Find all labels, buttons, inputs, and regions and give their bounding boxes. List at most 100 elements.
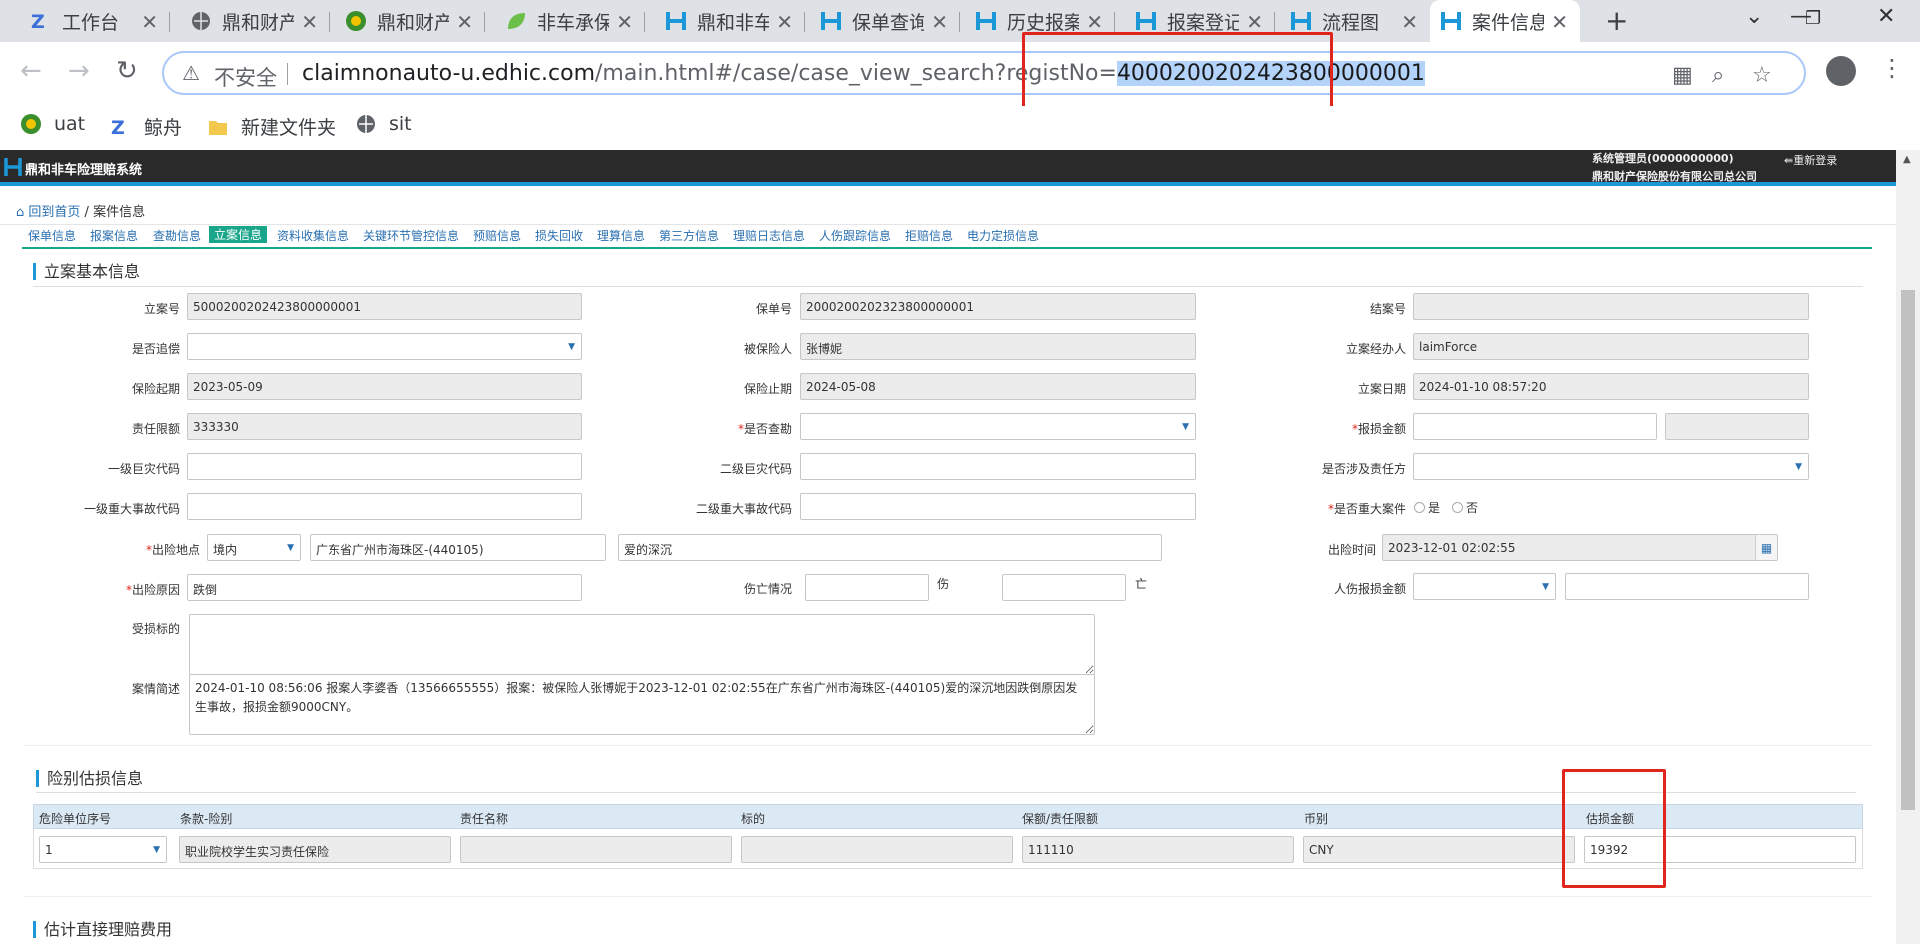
- subnav-item[interactable]: 资料收集信息: [277, 227, 349, 244]
- close-icon[interactable]: ✕: [1086, 10, 1103, 34]
- dropdown-arrow-icon: ▼: [1182, 422, 1189, 432]
- field-label: *出险原因: [125, 583, 180, 597]
- browser-tab[interactable]: 鼎和财产 ✕: [335, 0, 485, 42]
- subnav-item[interactable]: 理赔日志信息: [733, 227, 805, 244]
- survey-select[interactable]: ▼: [800, 413, 1196, 440]
- close-icon[interactable]: ✕: [931, 10, 948, 34]
- close-icon[interactable]: ✕: [141, 10, 158, 34]
- subnav-item-active[interactable]: 立案信息: [209, 226, 268, 243]
- divider: [22, 247, 1872, 249]
- subnav-item[interactable]: 损失回收: [535, 227, 583, 244]
- l1-major-input[interactable]: [187, 493, 582, 520]
- chevron-down-icon[interactable]: ⌄: [1745, 4, 1763, 29]
- section-title-risk-estimate: 险别估损信息: [36, 770, 143, 787]
- reload-icon[interactable]: ↻: [116, 56, 138, 86]
- loss-place-region-input[interactable]: 广东省广州市海珠区-(440105): [310, 534, 606, 561]
- unit-no-select[interactable]: 1 ▼: [39, 836, 167, 863]
- profile-avatar-icon[interactable]: [1826, 56, 1856, 86]
- bookmark-item[interactable]: 新建文件夹: [207, 113, 336, 140]
- breadcrumb-home[interactable]: 回到首页: [28, 205, 80, 220]
- subnav-item[interactable]: 预赔信息: [473, 227, 521, 244]
- tab-label: 报案登记: [1167, 11, 1239, 34]
- injury-amount-input[interactable]: [1565, 573, 1809, 600]
- new-tab-icon[interactable]: +: [1605, 4, 1628, 37]
- loss-place-scope-select[interactable]: 境内 ▼: [207, 534, 301, 561]
- h-logo-icon: [4, 158, 22, 176]
- tab-label: 鼎和财产: [377, 11, 449, 34]
- subnav-item[interactable]: 报案信息: [90, 227, 138, 244]
- close-icon[interactable]: ✕: [776, 10, 793, 34]
- policy-no-field: 2000200202323800000001: [800, 293, 1196, 320]
- loss-cause-input[interactable]: 跌倒: [187, 574, 582, 601]
- qr-code-icon[interactable]: ▦: [1672, 63, 1693, 88]
- survey-label: 是否查勘: [743, 422, 792, 436]
- l2-major-input[interactable]: [800, 493, 1196, 520]
- dead-count-input[interactable]: [1002, 574, 1126, 601]
- damaged-object-textarea[interactable]: [189, 614, 1095, 675]
- close-window-icon[interactable]: ✕: [1877, 4, 1895, 29]
- browser-tab[interactable]: 保单查询 ✕: [810, 0, 960, 42]
- injury-currency-select[interactable]: ▼: [1413, 573, 1556, 600]
- browser-tab-active[interactable]: 案件信息 ✕: [1430, 0, 1580, 42]
- address-bar[interactable]: ⚠ 不安全 claimnonauto-u.edhic.com/main.html…: [162, 51, 1806, 95]
- scroll-up-icon[interactable]: ▲: [1903, 154, 1911, 165]
- bookmark-item[interactable]: Z 鲸舟: [110, 113, 182, 140]
- responsible-select[interactable]: ▼: [1413, 453, 1809, 480]
- dropdown-arrow-icon: ▼: [1542, 582, 1549, 592]
- forward-icon[interactable]: →: [68, 56, 90, 86]
- star-icon[interactable]: ☆: [1752, 63, 1772, 88]
- calendar-icon[interactable]: ▦: [1755, 535, 1777, 560]
- recovery-select[interactable]: ▼: [187, 333, 582, 360]
- close-icon[interactable]: ✕: [456, 10, 473, 34]
- subnav-item[interactable]: 人伤跟踪信息: [819, 227, 891, 244]
- injured-count-input[interactable]: [805, 574, 929, 601]
- field-label: *是否重大案件: [1327, 502, 1406, 516]
- close-icon[interactable]: ✕: [1401, 10, 1418, 34]
- major-case-no-radio[interactable]: 否: [1452, 499, 1478, 516]
- close-icon[interactable]: ✕: [616, 10, 633, 34]
- report-amount-input[interactable]: [1413, 413, 1657, 440]
- browser-toolbar: ← → ↻ ⚠ 不安全 claimnonauto-u.edhic.com/mai…: [0, 42, 1920, 106]
- l2-disaster-input[interactable]: [800, 453, 1196, 480]
- field-label: 责任限额: [131, 422, 180, 436]
- regist-date-field: 2024-01-10 08:57:20: [1413, 373, 1809, 400]
- bookmark-item[interactable]: sit: [355, 113, 412, 135]
- browser-tab[interactable]: 鼎和财产 ✕: [180, 0, 330, 42]
- dropdown-arrow-icon: ▼: [1795, 462, 1802, 472]
- loss-time-field[interactable]: 2023-12-01 02:02:55 ▦: [1382, 534, 1778, 561]
- logout-icon: ⇚: [1784, 154, 1794, 167]
- close-icon[interactable]: ✕: [1246, 10, 1263, 34]
- insured-field: 张博妮: [800, 333, 1196, 360]
- case-summary-textarea[interactable]: 2024-01-10 08:56:06 报案人李婆香（13566655555）报…: [189, 674, 1095, 735]
- scrollbar-thumb[interactable]: [1901, 290, 1915, 810]
- close-icon[interactable]: ✕: [301, 10, 318, 34]
- relogin-link[interactable]: ⇚重新登录: [1784, 152, 1837, 168]
- subnav-item[interactable]: 第三方信息: [659, 227, 719, 244]
- subnav-item[interactable]: 理算信息: [597, 227, 645, 244]
- radio-label: 是: [1428, 501, 1441, 515]
- major-case-yes-radio[interactable]: 是: [1414, 499, 1440, 516]
- subnav-item[interactable]: 电力定损信息: [967, 227, 1039, 244]
- more-menu-icon[interactable]: ⋮: [1880, 54, 1904, 82]
- dropdown-arrow-icon: ▼: [287, 543, 294, 553]
- close-icon[interactable]: ✕: [1551, 10, 1568, 34]
- home-icon[interactable]: ⌂: [16, 205, 28, 220]
- back-icon[interactable]: ←: [20, 56, 42, 86]
- duty-field: [460, 836, 732, 863]
- loss-place-detail-input[interactable]: 爱的深沉: [618, 534, 1162, 561]
- field-label: *出险地点: [145, 543, 200, 557]
- z-logo-icon: Z: [30, 10, 52, 32]
- browser-tab[interactable]: 鼎和非车 ✕: [655, 0, 805, 42]
- browser-tab[interactable]: 非车承保 ✕: [495, 0, 645, 42]
- subnav-item[interactable]: 拒赔信息: [905, 227, 953, 244]
- subnav-item[interactable]: 查勘信息: [153, 227, 201, 244]
- tab-label: 保单查询: [852, 11, 924, 34]
- page-scrollbar[interactable]: ▲: [1896, 150, 1920, 944]
- browser-tab[interactable]: Z 工作台 ✕: [20, 0, 170, 42]
- zoom-icon[interactable]: ⌕: [1712, 63, 1724, 88]
- restore-icon[interactable]: ❐: [1805, 8, 1821, 29]
- subnav-item[interactable]: 保单信息: [28, 227, 76, 244]
- subnav-item[interactable]: 关键环节管控信息: [363, 227, 459, 244]
- l1-disaster-input[interactable]: [187, 453, 582, 480]
- bookmark-item[interactable]: uat: [20, 113, 85, 135]
